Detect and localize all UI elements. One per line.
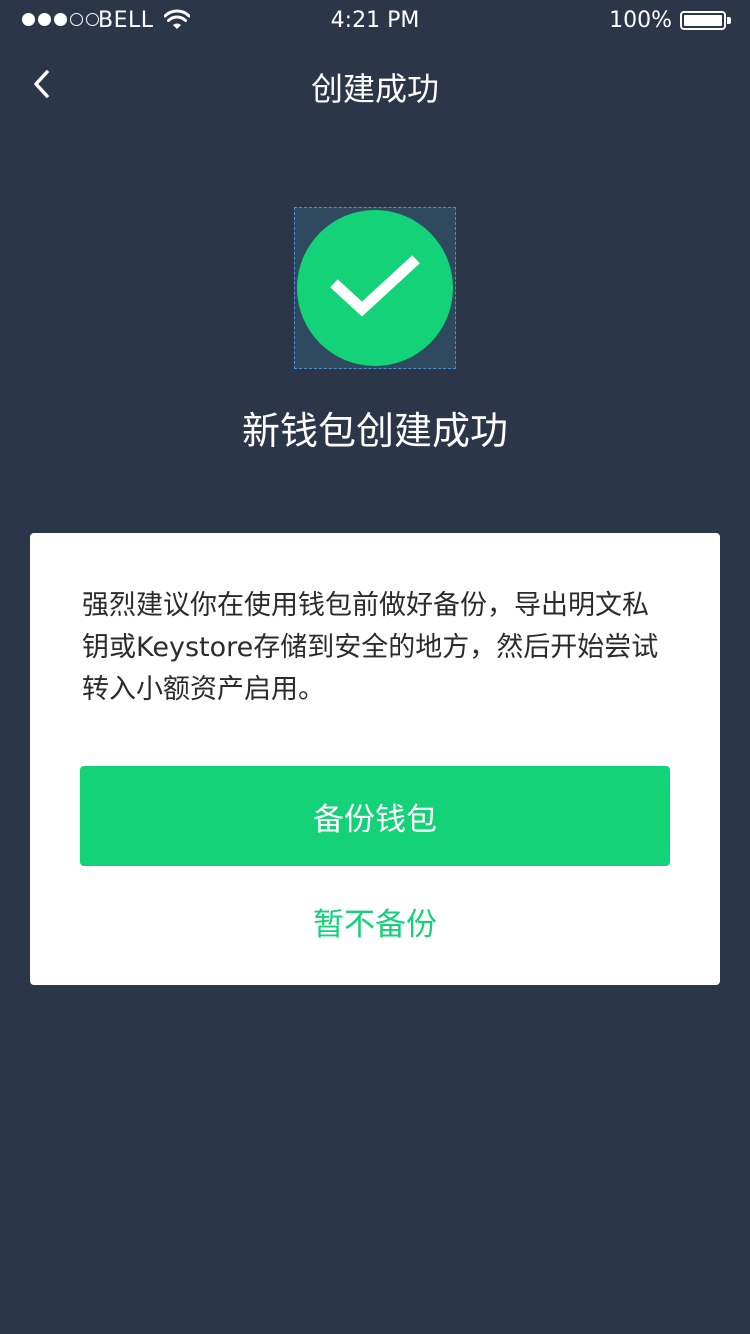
success-title: 新钱包创建成功 bbox=[241, 409, 508, 453]
skip-backup-link[interactable]: 暂不备份 bbox=[30, 899, 720, 944]
backup-wallet-button[interactable]: 备份钱包 bbox=[80, 766, 670, 866]
battery-percentage: 100% bbox=[609, 8, 672, 33]
backup-card: 强烈建议你在使用钱包前做好备份，导出明文私钥或Keystore存储到安全的地方，… bbox=[30, 533, 720, 985]
checkmark-icon bbox=[330, 255, 420, 317]
page-title: 创建成功 bbox=[310, 70, 439, 108]
screen: BELL 4:21 PM 100% 创建成功 新钱包创建成功 强烈建议你在使用钱… bbox=[0, 0, 750, 1334]
battery-tip bbox=[727, 17, 731, 24]
battery-icon bbox=[680, 11, 726, 30]
success-badge bbox=[297, 210, 453, 366]
status-bar: BELL 4:21 PM 100% bbox=[0, 0, 750, 40]
success-icon-frame bbox=[294, 207, 456, 369]
backup-advice-text: 强烈建议你在使用钱包前做好备份，导出明文私钥或Keystore存储到安全的地方，… bbox=[82, 590, 659, 705]
